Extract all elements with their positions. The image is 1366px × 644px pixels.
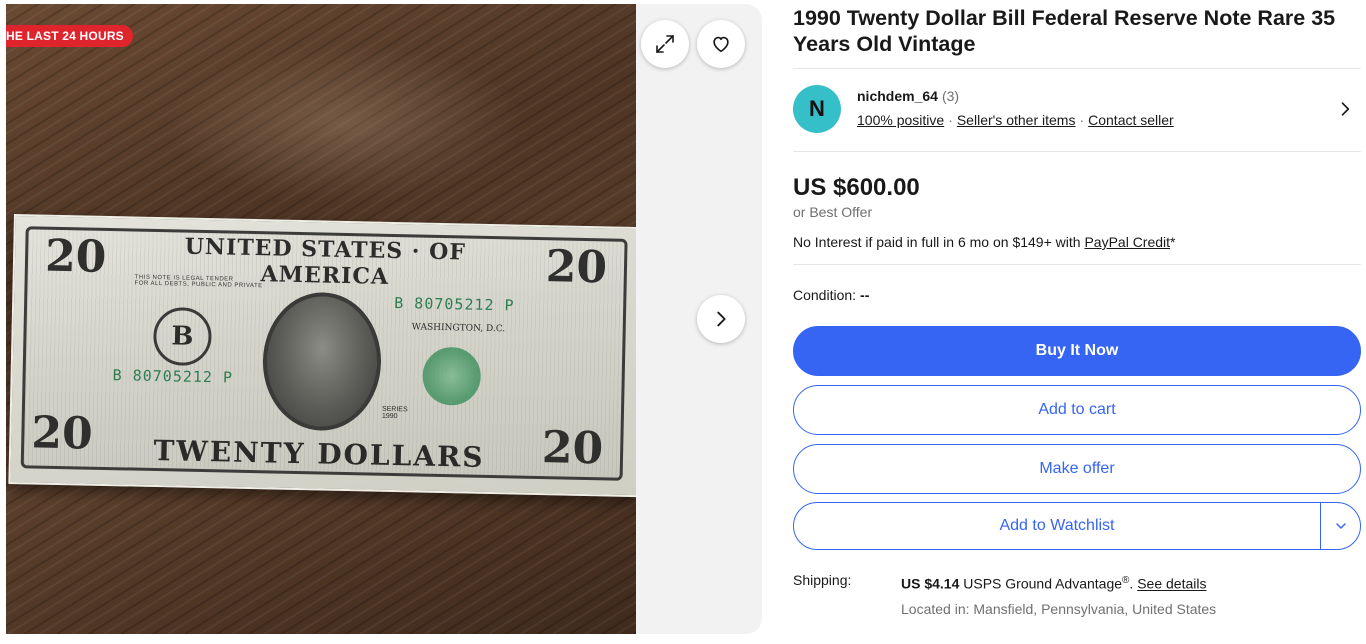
watchlist-split-button: Add to Watchlist [793, 502, 1361, 550]
buy-it-now-button[interactable]: Buy It Now [793, 326, 1361, 376]
chevron-right-icon[interactable] [1335, 99, 1355, 119]
financing-asterisk: * [1170, 234, 1176, 250]
expand-icon [656, 35, 674, 53]
banknote-serial-bottom: B 80705212 P [112, 366, 234, 387]
banknote-corner-tl: 20 [44, 230, 107, 283]
banknote-serial-top: B 80705212 P [394, 293, 515, 315]
seller-positive-link[interactable]: 100% positive [857, 112, 944, 128]
photo-glare [166, 44, 526, 204]
time-badge: HE LAST 24 HOURS [6, 25, 133, 47]
watchlist-dropdown-button[interactable] [1320, 503, 1360, 549]
best-offer-text: or Best Offer [793, 204, 873, 220]
seller-feedback-count: (3) [941, 88, 960, 104]
item-location: Located in: Mansfield, Pennsylvania, Uni… [901, 601, 1217, 617]
price: US $600.00 [793, 174, 920, 201]
separator-dot: · [1079, 112, 1085, 128]
make-offer-button[interactable]: Make offer [793, 444, 1361, 494]
listing-photo[interactable]: 20 20 20 20 UNITED STATES · OF AMERICA T… [6, 4, 636, 634]
next-image-button[interactable] [697, 295, 745, 343]
banknote-corner-br: 20 [541, 422, 604, 475]
shipping-cost: US $4.14 [901, 575, 960, 592]
heart-icon [713, 36, 729, 53]
see-details-link[interactable]: See details [1137, 576, 1206, 592]
seller-other-items-link[interactable]: Seller's other items [957, 112, 1076, 128]
condition-value: -- [860, 287, 870, 303]
seller-name-row: nichdem_64 (3) [857, 88, 959, 104]
condition-label: Condition: [793, 287, 857, 303]
shipping-row: Shipping: US $4.14 USPS Ground Advantage… [793, 570, 1361, 618]
financing-copy: No Interest if paid in full in 6 mo on $… [793, 234, 1085, 250]
shipping-label: Shipping: [793, 572, 852, 588]
seller-links: 100% positive · Seller's other items · Conta… [857, 112, 1174, 128]
separator-dot: · [948, 112, 953, 128]
watch-heart-button[interactable] [697, 20, 745, 68]
add-to-cart-button[interactable]: Add to cart [793, 385, 1361, 435]
paypal-credit-link[interactable]: PayPal Credit [1084, 234, 1170, 250]
seller-card[interactable]: N nichdem_64 (3) 100% positive · Seller's o… [793, 69, 1361, 151]
shipping-details: US $4.14 USPS Ground Advantage®. See det… [901, 572, 1206, 593]
divider [793, 264, 1361, 265]
chevron-down-icon [1335, 523, 1346, 529]
expand-button[interactable] [641, 20, 689, 68]
shipping-service: USPS Ground Advantage [959, 575, 1123, 592]
banknote-corner-tr: 20 [545, 241, 608, 294]
banknote-city-text: WASHINGTON, D.C. [411, 322, 506, 335]
banknote-corner-bl: 20 [30, 407, 94, 460]
add-to-watchlist-button[interactable]: Add to Watchlist [794, 503, 1320, 549]
chevron-right-icon [717, 311, 726, 327]
seller-name[interactable]: nichdem_64 [857, 88, 938, 104]
divider [793, 151, 1361, 152]
banknote-image: 20 20 20 20 UNITED STATES · OF AMERICA T… [8, 214, 636, 498]
condition-row: Condition: -- [793, 286, 1361, 304]
banknote-series: SERIES 1990 [381, 405, 408, 421]
seller-avatar: N [793, 85, 841, 133]
contact-seller-link[interactable]: Contact seller [1088, 112, 1174, 128]
listing-title: 1990 Twenty Dollar Bill Federal Reserve … [793, 6, 1336, 56]
listing-details: 1990 Twenty Dollar Bill Federal Reserve … [793, 0, 1361, 618]
image-gallery: 20 20 20 20 UNITED STATES · OF AMERICA T… [6, 4, 762, 634]
financing-text: No Interest if paid in full in 6 mo on $… [793, 233, 1361, 251]
